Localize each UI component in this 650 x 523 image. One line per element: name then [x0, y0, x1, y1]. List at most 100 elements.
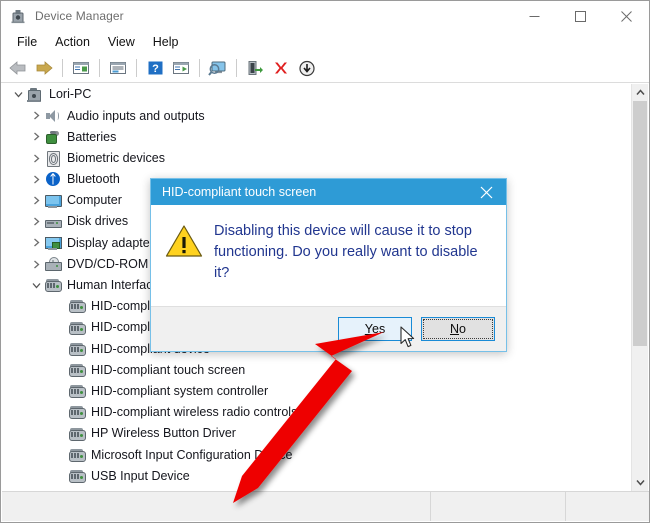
- toolbar-separator: [199, 59, 200, 77]
- chevron-right-icon[interactable]: [28, 256, 44, 272]
- bluetooth-icon: ᛏ: [44, 171, 62, 187]
- fingerprint-icon: [44, 150, 62, 168]
- tree-row[interactable]: HID-compliant system controller: [2, 381, 622, 402]
- device-manager-icon: [10, 8, 26, 24]
- hid-icon: [68, 320, 86, 336]
- hid-icon: [68, 383, 86, 399]
- speaker-icon: [44, 108, 62, 124]
- menu-item-file[interactable]: File: [8, 32, 46, 53]
- menu-item-view[interactable]: View: [99, 32, 144, 53]
- disable-device-icon[interactable]: [294, 56, 320, 80]
- toolbar-separator: [62, 59, 63, 77]
- chevron-right-icon[interactable]: [28, 171, 44, 187]
- scroll-down-icon[interactable]: [632, 474, 648, 491]
- tree-row-label: HP Wireless Button Driver: [91, 426, 236, 441]
- chevron-right-icon[interactable]: [28, 214, 44, 230]
- tree-row-label: Lori-PC: [49, 87, 92, 102]
- chevron-right-icon[interactable]: [28, 129, 44, 145]
- tree-row[interactable]: Batteries: [2, 126, 622, 147]
- maximize-button[interactable]: [557, 1, 603, 31]
- tree-row[interactable]: Audio inputs and outputs: [2, 105, 622, 126]
- hid-icon: [68, 404, 86, 420]
- tree-row-label: Computer: [67, 193, 122, 208]
- pc-icon: [26, 87, 44, 103]
- display-adapter-icon: [44, 235, 62, 251]
- hid-icon: [68, 426, 86, 442]
- chevron-right-icon[interactable]: [28, 150, 44, 166]
- hid-icon: [68, 298, 86, 314]
- scan-for-hardware-changes-icon[interactable]: [205, 56, 231, 80]
- forward-icon[interactable]: [31, 56, 57, 80]
- chevron-right-icon[interactable]: [28, 108, 44, 124]
- device-manager-window: Device Manager File Action View Help ? L…: [0, 0, 650, 523]
- chevron-down-icon[interactable]: [28, 277, 44, 293]
- yes-button[interactable]: Yes: [338, 317, 412, 341]
- tree-row[interactable]: Microsoft Input Configuration Device: [2, 444, 622, 465]
- tree-row-label: HID-compliant wireless radio controls: [91, 405, 298, 420]
- dialog-footer: Yes No: [151, 306, 506, 351]
- enable-device-icon[interactable]: [242, 56, 268, 80]
- show-hide-console-tree-icon[interactable]: [68, 56, 94, 80]
- tree-row-label: Audio inputs and outputs: [67, 108, 205, 123]
- toolbar-separator: [136, 59, 137, 77]
- hid-icon: [68, 468, 86, 484]
- minimize-button[interactable]: [511, 1, 557, 31]
- tree-row[interactable]: HID-compliant wireless radio controls: [2, 402, 622, 423]
- toolbar-separator: [99, 59, 100, 77]
- tree-row-label: Batteries: [67, 129, 117, 144]
- chevron-down-icon[interactable]: [10, 87, 26, 103]
- update-driver-icon[interactable]: [168, 56, 194, 80]
- hid-icon: [68, 341, 86, 357]
- uninstall-device-icon[interactable]: [268, 56, 294, 80]
- tree-row[interactable]: Biometric devices: [2, 148, 622, 169]
- scroll-up-icon[interactable]: [632, 84, 648, 101]
- warning-triangle-icon: [165, 224, 203, 258]
- status-bar: [2, 491, 649, 521]
- menu-item-help[interactable]: Help: [144, 32, 188, 53]
- properties-icon[interactable]: [105, 56, 131, 80]
- dvd-drive-icon: [44, 256, 62, 272]
- menu-item-action[interactable]: Action: [46, 32, 99, 53]
- vertical-scrollbar[interactable]: [631, 84, 648, 491]
- dialog-title: HID-compliant touch screen: [162, 185, 317, 199]
- tree-row-label: Display adapters: [67, 235, 161, 250]
- battery-icon: [44, 129, 62, 145]
- tree-row[interactable]: HP Wireless Button Driver: [2, 423, 622, 444]
- toolbar-separator: [236, 59, 237, 77]
- status-pane-secondary: [431, 492, 566, 521]
- hid-icon: [68, 362, 86, 378]
- dialog-message: Disabling this device will cause it to s…: [214, 223, 478, 281]
- window-controls: [511, 1, 649, 31]
- dialog-body: Disabling this device will cause it to s…: [151, 205, 506, 306]
- hid-icon: [44, 277, 62, 293]
- tree-row-label: Biometric devices: [67, 150, 165, 165]
- tree-row-label: USB Input Device: [91, 468, 190, 483]
- disk-drive-icon: [44, 214, 62, 230]
- dialog-title-bar: HID-compliant touch screen: [151, 179, 506, 205]
- close-icon[interactable]: [466, 179, 506, 205]
- focus-ring: [423, 319, 493, 339]
- close-button[interactable]: [603, 1, 649, 31]
- chevron-right-icon[interactable]: [28, 235, 44, 251]
- disable-device-dialog: HID-compliant touch screen Disabling thi…: [150, 178, 507, 352]
- svg-text:?: ?: [152, 63, 159, 75]
- tree-row[interactable]: USB Input Device: [2, 465, 622, 486]
- menu-bar: File Action View Help: [1, 31, 649, 54]
- help-icon[interactable]: ?: [142, 56, 168, 80]
- tree-row-label: Microsoft Input Configuration Device: [91, 447, 293, 462]
- status-pane-tertiary: [566, 492, 649, 521]
- no-button[interactable]: No: [421, 317, 495, 341]
- tree-row-label: HID-compliant system controller: [91, 383, 269, 398]
- title-bar: Device Manager: [1, 1, 649, 31]
- tree-row[interactable]: Lori-PC: [2, 84, 622, 105]
- hid-icon: [68, 447, 86, 463]
- tree-row-label: Disk drives: [67, 214, 129, 229]
- window-title: Device Manager: [35, 9, 124, 23]
- scrollbar-thumb[interactable]: [633, 101, 647, 346]
- tree-row-selected[interactable]: HID-compliant touch screen: [2, 359, 622, 380]
- chevron-right-icon[interactable]: [28, 193, 44, 209]
- status-pane-message: [2, 492, 431, 521]
- back-icon[interactable]: [5, 56, 31, 80]
- tree-row-label: HID-compliant touch screen: [91, 362, 246, 377]
- monitor-icon: [44, 193, 62, 209]
